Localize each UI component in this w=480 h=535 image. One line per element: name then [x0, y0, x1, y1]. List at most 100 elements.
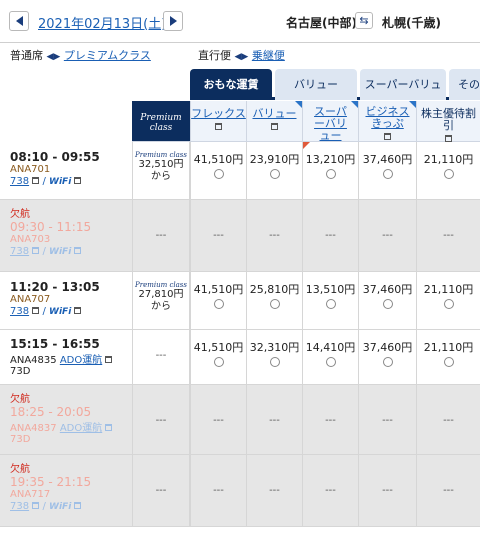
- premium-class-header-label: Premium class: [140, 113, 182, 133]
- next-date-button[interactable]: [163, 11, 183, 31]
- flight-row-cancelled: 欠航 18:25 - 20:05 ANA4837 ADO運航 73D --- -…: [0, 385, 480, 455]
- premium-price-cell: ---: [132, 385, 190, 454]
- tab-value[interactable]: バリュー: [275, 69, 357, 100]
- fare-radio[interactable]: [213, 357, 224, 367]
- fare-price: 14,410円: [305, 341, 356, 354]
- fare-cell[interactable]: 21,110円: [416, 142, 480, 199]
- premium-class-link[interactable]: プレミアムクラス: [64, 49, 151, 62]
- fare-header-label: 株主優待割引: [421, 107, 476, 132]
- premium-price-cell[interactable]: Premium class 32,510円 から: [132, 142, 190, 199]
- seat-icon: [74, 502, 82, 509]
- fare-cell[interactable]: 21,110円: [416, 330, 480, 384]
- fare-cell[interactable]: 13,210円: [302, 142, 358, 199]
- premium-price: 32,510円: [138, 159, 184, 170]
- premium-class-header: Premium class: [132, 101, 190, 142]
- fare-cell[interactable]: 25,810円: [246, 272, 302, 329]
- seat-icon: [32, 247, 40, 254]
- prev-date-button[interactable]: [9, 11, 29, 31]
- flight-number: ANA4837: [10, 423, 57, 434]
- fare-radio[interactable]: [269, 357, 280, 367]
- fare-header-shareholder[interactable]: 株主優待割引: [416, 101, 480, 142]
- flight-row: 15:15 - 16:55 ANA4835 ADO運航 73D --- 41,5…: [0, 330, 480, 385]
- fare-radio[interactable]: [382, 299, 393, 309]
- fare-radio[interactable]: [443, 169, 454, 179]
- no-fare: ---: [155, 350, 167, 361]
- fare-cell: ---: [190, 455, 246, 526]
- switch-arrows-icon: ◀▶: [46, 52, 61, 62]
- flight-time: 15:15 - 16:55: [10, 337, 100, 351]
- flight-row: 11:20 - 13:05 ANA707 738 / WiFi Premium …: [0, 272, 480, 330]
- fare-radio[interactable]: [269, 299, 280, 309]
- flight-info: 15:15 - 16:55 ANA4835 ADO運航 73D: [0, 330, 132, 384]
- aircraft-type-link[interactable]: 738: [10, 501, 29, 512]
- no-fare: ---: [213, 415, 224, 426]
- fare-cell[interactable]: 14,410円: [302, 330, 358, 384]
- date-link[interactable]: 2021年02月13日(土): [38, 13, 166, 32]
- fare-radio[interactable]: [325, 169, 336, 179]
- fare-cell[interactable]: 21,110円: [416, 272, 480, 329]
- fare-cell[interactable]: 41,510円: [190, 142, 246, 199]
- fare-header-flex[interactable]: フレックス: [190, 101, 246, 142]
- seat-icon: [74, 177, 82, 184]
- fare-cell: ---: [302, 200, 358, 271]
- tab-other[interactable]: その: [449, 69, 480, 100]
- tab-main-fares[interactable]: おもな運賃: [190, 69, 272, 100]
- fare-price: 21,110円: [423, 283, 474, 296]
- chevron-right-icon: [169, 16, 177, 26]
- fare-header-business[interactable]: ビジネスきっぷ: [358, 101, 416, 142]
- tab-super-value[interactable]: スーパーバリュー: [360, 69, 446, 122]
- fare-price: 21,110円: [423, 341, 474, 354]
- flight-time: 11:20 - 13:05: [10, 280, 100, 294]
- flight-info: 欠航 18:25 - 20:05 ANA4837 ADO運航 73D: [0, 385, 132, 454]
- fare-cell: ---: [246, 455, 302, 526]
- fare-radio[interactable]: [443, 357, 454, 367]
- aircraft-type-link[interactable]: 738: [10, 246, 29, 257]
- fare-radio[interactable]: [382, 169, 393, 179]
- fare-radio[interactable]: [443, 299, 454, 309]
- transfer-flight-link[interactable]: 乗継便: [252, 49, 285, 62]
- flight-time: 09:30 - 11:15: [10, 220, 92, 234]
- fare-cell[interactable]: 37,460円: [358, 142, 416, 199]
- price-from-label: から: [151, 301, 171, 312]
- fare-cell: ---: [358, 200, 416, 271]
- seat-class-selector: 普通席 ◀▶ プレミアムクラス: [10, 47, 151, 63]
- fare-cell: ---: [190, 200, 246, 271]
- fare-cell[interactable]: 13,510円: [302, 272, 358, 329]
- premium-price-cell: ---: [132, 455, 190, 526]
- separator: /: [42, 501, 46, 512]
- fare-radio[interactable]: [325, 299, 336, 309]
- fare-radio[interactable]: [382, 357, 393, 367]
- premium-price-cell[interactable]: Premium class 27,810円 から: [132, 272, 190, 329]
- fare-header-label: バリュー: [252, 107, 297, 120]
- flight-number-line: ANA4837 ADO運航: [10, 419, 132, 434]
- fare-cell[interactable]: 37,460円: [358, 330, 416, 384]
- separator: /: [42, 246, 46, 257]
- fare-cell[interactable]: 41,510円: [190, 330, 246, 384]
- operator-link[interactable]: ADO運航: [60, 423, 102, 434]
- fare-radio[interactable]: [213, 169, 224, 179]
- fare-header-super-value[interactable]: スーパーバリュー: [302, 101, 358, 152]
- fare-cell[interactable]: 41,510円: [190, 272, 246, 329]
- seat-class-label: 普通席: [10, 49, 43, 62]
- aircraft-type-link[interactable]: 738: [10, 306, 29, 317]
- fare-cell: ---: [302, 455, 358, 526]
- premium-class-mark: Premium class: [135, 281, 187, 289]
- fare-radio[interactable]: [213, 299, 224, 309]
- swap-route-button[interactable]: ⇆: [355, 12, 373, 29]
- no-fare: ---: [269, 485, 280, 496]
- fare-cell[interactable]: 23,910円: [246, 142, 302, 199]
- fare-price: 21,110円: [423, 153, 474, 166]
- fare-radio[interactable]: [325, 357, 336, 367]
- fare-cell[interactable]: 37,460円: [358, 272, 416, 329]
- fare-cell: ---: [246, 200, 302, 271]
- fare-radio[interactable]: [269, 169, 280, 179]
- fare-cell[interactable]: 32,310円: [246, 330, 302, 384]
- aircraft-type-link[interactable]: 738: [10, 176, 29, 187]
- operator-link[interactable]: ADO運航: [60, 355, 102, 366]
- fare-price: 32,310円: [249, 341, 300, 354]
- fare-header-value[interactable]: バリュー: [246, 101, 302, 142]
- no-fare: ---: [269, 230, 280, 241]
- aircraft-type: 73D: [10, 366, 31, 377]
- cancelled-label: 欠航: [10, 394, 30, 405]
- seat-icon: [32, 177, 40, 184]
